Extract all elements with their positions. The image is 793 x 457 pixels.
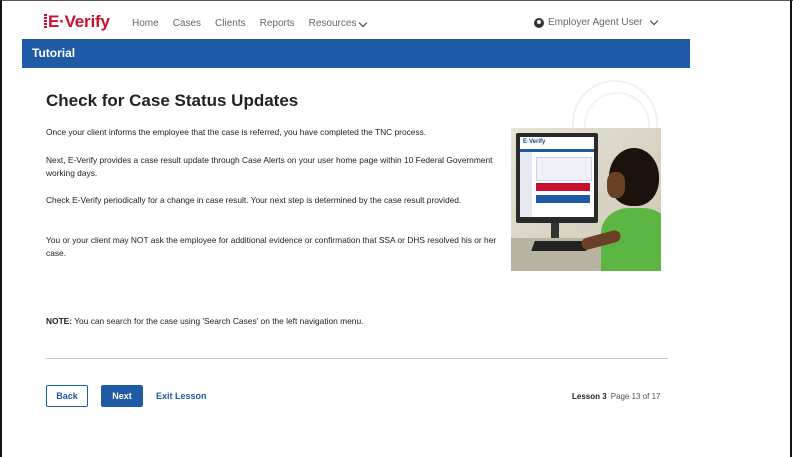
chevron-down-icon	[359, 18, 368, 28]
window-border-left	[0, 0, 2, 457]
nav-cases[interactable]: Cases	[173, 18, 201, 29]
nav-resources[interactable]: Resources	[308, 18, 368, 29]
screen-card	[536, 157, 592, 181]
user-icon	[534, 17, 544, 28]
top-navigation: E·Verify Home Cases Clients Reports Reso…	[22, 8, 690, 38]
note: NOTE: You can search for the case using …	[46, 316, 363, 326]
user-menu[interactable]: Employer Agent User	[534, 16, 658, 28]
nav-home[interactable]: Home	[132, 18, 159, 29]
divider	[46, 358, 668, 359]
screen-sidebar	[520, 152, 532, 217]
photo-monitor: E·Verify	[516, 133, 598, 223]
nav-links: Home Cases Clients Reports Resources	[132, 18, 368, 29]
photo-person	[580, 148, 661, 271]
paragraph-3: Check E-Verify periodically for a change…	[46, 195, 462, 205]
screen-logo: E·Verify	[523, 139, 546, 145]
note-text: You can search for the case using 'Searc…	[72, 316, 364, 326]
back-button[interactable]: Back	[46, 385, 88, 407]
note-label: NOTE:	[46, 316, 73, 326]
next-button[interactable]: Next	[101, 385, 143, 407]
lesson-pager: Lesson 3 Page 13 of 17	[572, 392, 661, 401]
everify-logo[interactable]: E·Verify	[48, 12, 110, 32]
nav-resources-label: Resources	[308, 18, 357, 29]
nav-reports[interactable]: Reports	[260, 18, 295, 29]
screen-red-banner	[536, 183, 590, 191]
paragraph-4: You or your client may NOT ask the emplo…	[46, 235, 497, 258]
user-name: Employer Agent User	[548, 17, 643, 28]
lesson-label: Lesson 3	[572, 392, 607, 401]
chevron-down-icon	[649, 16, 658, 26]
photo-face	[607, 172, 625, 198]
window-border-right	[790, 0, 792, 457]
photo-monitor-stand	[551, 223, 559, 238]
screen-blue-banner	[536, 195, 590, 203]
tutorial-title: Tutorial	[32, 46, 76, 60]
tutorial-bar: Tutorial	[22, 39, 690, 68]
illustration-photo: E·Verify	[511, 128, 661, 271]
window-border-top	[0, 0, 793, 1]
paragraph-2: Next, E-Verify provides a case result up…	[46, 155, 493, 178]
exit-lesson-link[interactable]: Exit Lesson	[156, 391, 207, 401]
page-indicator: Page 13 of 17	[610, 392, 661, 401]
paragraph-1: Once your client informs the employee th…	[46, 127, 427, 137]
logo-text: E·Verify	[48, 12, 110, 31]
nav-clients[interactable]: Clients	[215, 18, 246, 29]
page-title: Check for Case Status Updates	[46, 91, 299, 110]
photo-screen: E·Verify	[520, 137, 594, 217]
